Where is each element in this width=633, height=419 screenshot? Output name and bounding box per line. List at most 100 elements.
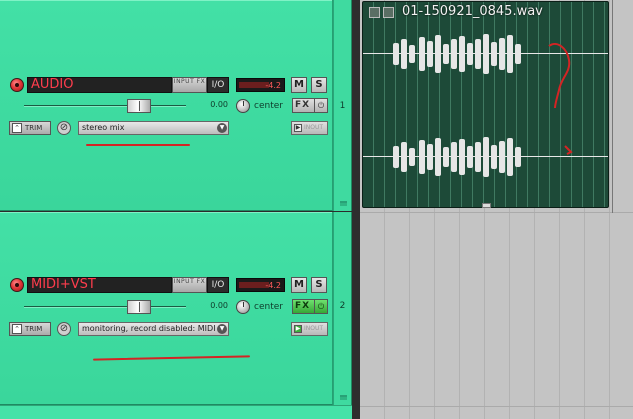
annotation-scribble — [548, 42, 573, 155]
waveform-segment — [435, 138, 441, 176]
volume-fader[interactable]: 0.00 — [10, 99, 230, 113]
env-label: INOUT — [304, 325, 324, 332]
track-number: 2 — [339, 301, 346, 311]
chevron-down-icon: ▼ — [217, 123, 227, 133]
input-fx-button[interactable]: INPUT FX — [172, 277, 207, 293]
waveform-segment — [483, 34, 489, 74]
waveform-segment — [401, 39, 407, 69]
input-fx-button[interactable]: INPUT FX — [172, 77, 207, 93]
waveform-segment — [499, 38, 505, 70]
tcp-empty-area[interactable] — [0, 405, 352, 419]
waveform-segment — [443, 147, 449, 167]
annotation-underline — [86, 144, 190, 146]
input-fx-label: INPUT FX — [173, 78, 206, 85]
waveform-segment — [427, 41, 433, 67]
input-fx-label: INPUT FX — [173, 278, 206, 285]
io-routing-button[interactable]: I/O — [207, 277, 229, 293]
mute-button[interactable]: M — [291, 277, 307, 293]
volume-fader-handle[interactable] — [127, 99, 151, 113]
volume-fader[interactable]: 0.00 — [10, 300, 230, 314]
track-number-strip: 2 — [333, 212, 352, 405]
waveform-segment — [401, 142, 407, 172]
annotation-underline — [92, 355, 251, 361]
play-icon: ▶ — [294, 124, 302, 132]
waveform-segment — [491, 42, 497, 66]
record-mode-value: stereo mix — [82, 123, 125, 132]
folder-icon[interactable] — [340, 395, 347, 400]
envelope-icon: ⌃ — [12, 123, 22, 133]
waveform-segment — [459, 139, 465, 175]
volume-readout: 0.00 — [210, 301, 228, 310]
volume-readout: 0.00 — [210, 100, 228, 109]
waveform-segment — [393, 146, 399, 168]
fx-button[interactable]: FX — [292, 98, 315, 113]
fx-bypass-button[interactable]: ⏻ — [314, 299, 328, 314]
waveform-segment — [467, 43, 473, 65]
fx-button[interactable]: FX — [292, 299, 315, 314]
track-panel-audio[interactable]: AUDIO INPUT FX I/O -4.2 M S 0.00 center … — [0, 0, 333, 211]
waveform-segment — [499, 141, 505, 173]
folder-icon[interactable] — [340, 201, 347, 206]
mute-button[interactable]: M — [291, 77, 307, 93]
vu-meter: -4.2 — [236, 278, 285, 292]
automation-mode-button[interactable]: ⌃ TRIM — [9, 322, 51, 336]
panel-splitter[interactable] — [352, 0, 360, 419]
vu-peak-readout: -4.2 — [265, 81, 281, 90]
waveform-segment — [393, 43, 399, 65]
play-icon: ▶ — [294, 325, 302, 333]
track-name-field[interactable]: AUDIO — [27, 77, 172, 93]
volume-fader-handle[interactable] — [127, 300, 151, 314]
item-fx-icon[interactable] — [383, 7, 394, 18]
io-routing-button[interactable]: I/O — [207, 77, 229, 93]
waveform-segment — [419, 140, 425, 174]
env-in-out-button[interactable]: ▶ INOUT — [291, 121, 328, 135]
waveform-segment — [515, 44, 521, 64]
env-label: INOUT — [304, 124, 324, 131]
item-edge-line — [612, 0, 613, 213]
vu-meter: -4.2 — [236, 78, 285, 92]
waveform-segment — [475, 39, 481, 69]
vu-peak-readout: -4.2 — [265, 281, 281, 290]
track-name-field[interactable]: MIDI+VST — [27, 277, 172, 293]
waveform-segment — [507, 35, 513, 73]
record-monitor-button[interactable]: ⊘ — [57, 322, 71, 336]
waveform-segment — [451, 142, 457, 172]
item-resize-handle[interactable] — [482, 203, 491, 208]
automation-mode-button[interactable]: ⌃ TRIM — [9, 121, 51, 135]
item-icons — [369, 7, 397, 19]
track-number-strip: 1 — [333, 0, 352, 211]
waveform-segment — [435, 35, 441, 73]
solo-button[interactable]: S — [311, 277, 327, 293]
waveform-segment — [515, 147, 521, 167]
media-item[interactable]: 01-150921_0845.wav — [362, 1, 609, 208]
waveform-segment — [475, 142, 481, 172]
waveform-segment — [483, 137, 489, 177]
track-number: 1 — [339, 101, 346, 111]
chevron-down-icon: ▼ — [217, 324, 227, 334]
record-mode-dropdown[interactable]: monitoring, record disabled: MIDI ▼ — [78, 322, 229, 336]
waveform-segment — [419, 37, 425, 71]
waveform-segment — [507, 138, 513, 176]
record-monitor-button[interactable]: ⊘ — [57, 121, 71, 135]
record-arm-button[interactable] — [10, 78, 24, 92]
track-panel-midi-vst[interactable]: MIDI+VST INPUT FX I/O -4.2 M S 0.00 cent… — [0, 212, 333, 405]
record-mode-value: monitoring, record disabled: MIDI — [82, 324, 216, 333]
automation-mode-label: TRIM — [25, 124, 43, 132]
record-arm-button[interactable] — [10, 278, 24, 292]
item-lock-icon[interactable] — [369, 7, 380, 18]
waveform-segment — [459, 36, 465, 72]
waveform-segment — [409, 148, 415, 166]
solo-button[interactable]: S — [311, 77, 327, 93]
automation-mode-label: TRIM — [25, 325, 43, 333]
env-in-out-button[interactable]: ▶ INOUT — [291, 322, 328, 336]
media-item-title: 01-150921_0845.wav — [402, 4, 543, 19]
pan-readout: center — [254, 302, 283, 312]
waveform-segment — [491, 145, 497, 169]
waveform-segment — [451, 39, 457, 69]
pan-knob[interactable] — [236, 99, 250, 113]
fx-bypass-button[interactable]: ⏻ — [314, 98, 328, 113]
pan-knob[interactable] — [236, 300, 250, 314]
waveform-segment — [443, 44, 449, 64]
waveform-segment — [427, 144, 433, 170]
record-mode-dropdown[interactable]: stereo mix ▼ — [78, 121, 229, 135]
